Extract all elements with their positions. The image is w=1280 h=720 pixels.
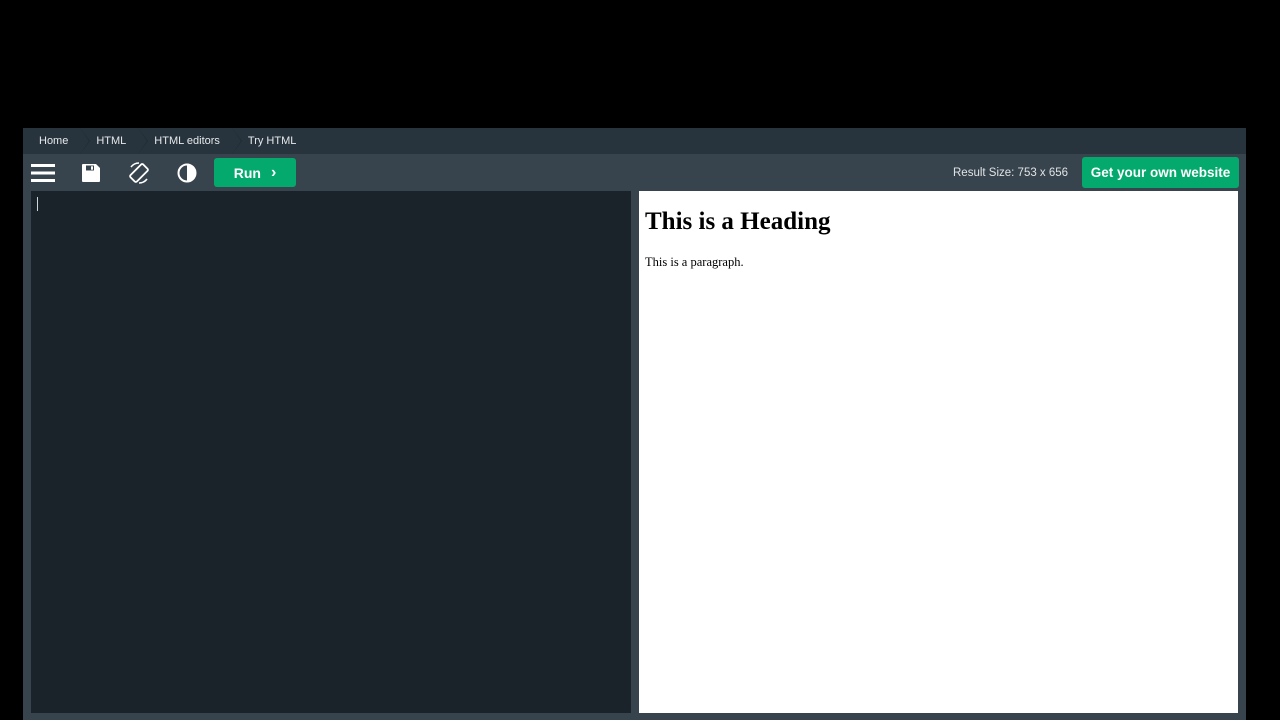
result-size-readout: Result Size: 753 x 656 — [953, 167, 1069, 179]
code-editor[interactable] — [31, 191, 631, 713]
breadcrumb-label: Try HTML — [247, 135, 297, 147]
get-your-own-website-button[interactable]: Get your own website — [1082, 157, 1239, 188]
run-button[interactable]: Run › — [214, 158, 296, 187]
chevron-right-icon: › — [270, 163, 277, 181]
breadcrumb-item-home[interactable]: Home — [23, 128, 91, 154]
save-icon[interactable] — [73, 158, 109, 188]
result-frame[interactable]: This is a Heading This is a paragraph. — [639, 191, 1238, 713]
breadcrumb: Home HTML HTML editors Try HTML — [23, 128, 1246, 154]
text-cursor — [37, 197, 38, 211]
breadcrumb-label: Home — [39, 135, 69, 147]
run-button-label: Run — [233, 164, 261, 181]
result-paragraph: This is a paragraph. — [645, 255, 744, 269]
breadcrumb-item-html-editors[interactable]: HTML editors — [138, 128, 242, 154]
contrast-icon[interactable] — [169, 158, 205, 188]
menu-icon-graphic — [31, 164, 55, 182]
breadcrumb-item-try-html[interactable]: Try HTML — [231, 128, 309, 154]
breadcrumb-label: HTML editors — [154, 135, 220, 147]
rotate-icon[interactable] — [121, 158, 157, 188]
menu-icon[interactable] — [25, 158, 61, 188]
rotate-icon-graphic — [129, 162, 149, 184]
save-icon-graphic — [82, 164, 100, 182]
try-it-editor-window: Home HTML HTML editors Try HTML Run › Re… — [23, 128, 1246, 720]
breadcrumb-label: HTML — [96, 135, 127, 147]
result-heading: This is a Heading — [645, 208, 831, 235]
contrast-icon-graphic — [177, 163, 197, 183]
toolbar: Run › Result Size: 753 x 656 Get your ow… — [23, 154, 1246, 190]
